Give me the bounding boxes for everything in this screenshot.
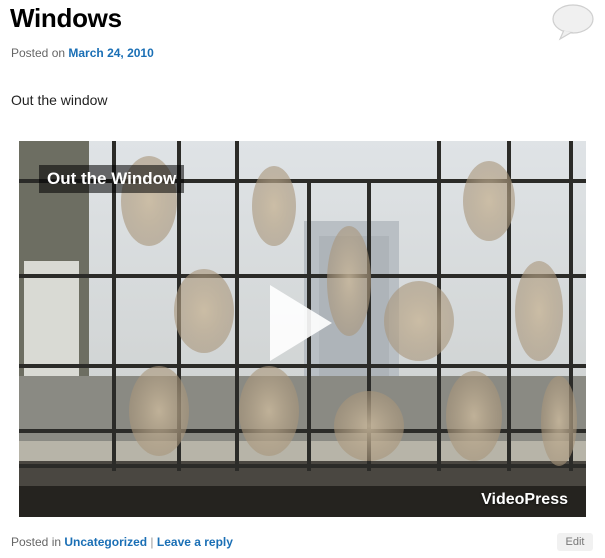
play-button[interactable] [268,283,334,363]
post-footer: Posted in Uncategorized | Leave a reply [11,535,233,549]
post-body: Out the window [11,92,108,108]
posted-on-label: Posted on [11,46,66,60]
play-icon[interactable] [268,283,334,363]
separator: | [150,535,154,549]
category-link[interactable]: Uncategorized [64,535,147,549]
post-meta: Posted on March 24, 2010 [11,46,154,60]
video-player[interactable]: Out the Window VideoPress [19,141,586,517]
leave-reply-link[interactable]: Leave a reply [157,535,233,549]
edit-button[interactable]: Edit [557,533,593,551]
post-date-link[interactable]: March 24, 2010 [68,46,153,60]
video-title: Out the Window [39,165,185,193]
comment-bubble-icon[interactable] [550,2,596,42]
posted-in-label: Posted in [11,535,62,549]
videopress-logo: VideoPress [481,491,568,508]
post-title[interactable]: Windows [10,3,122,34]
